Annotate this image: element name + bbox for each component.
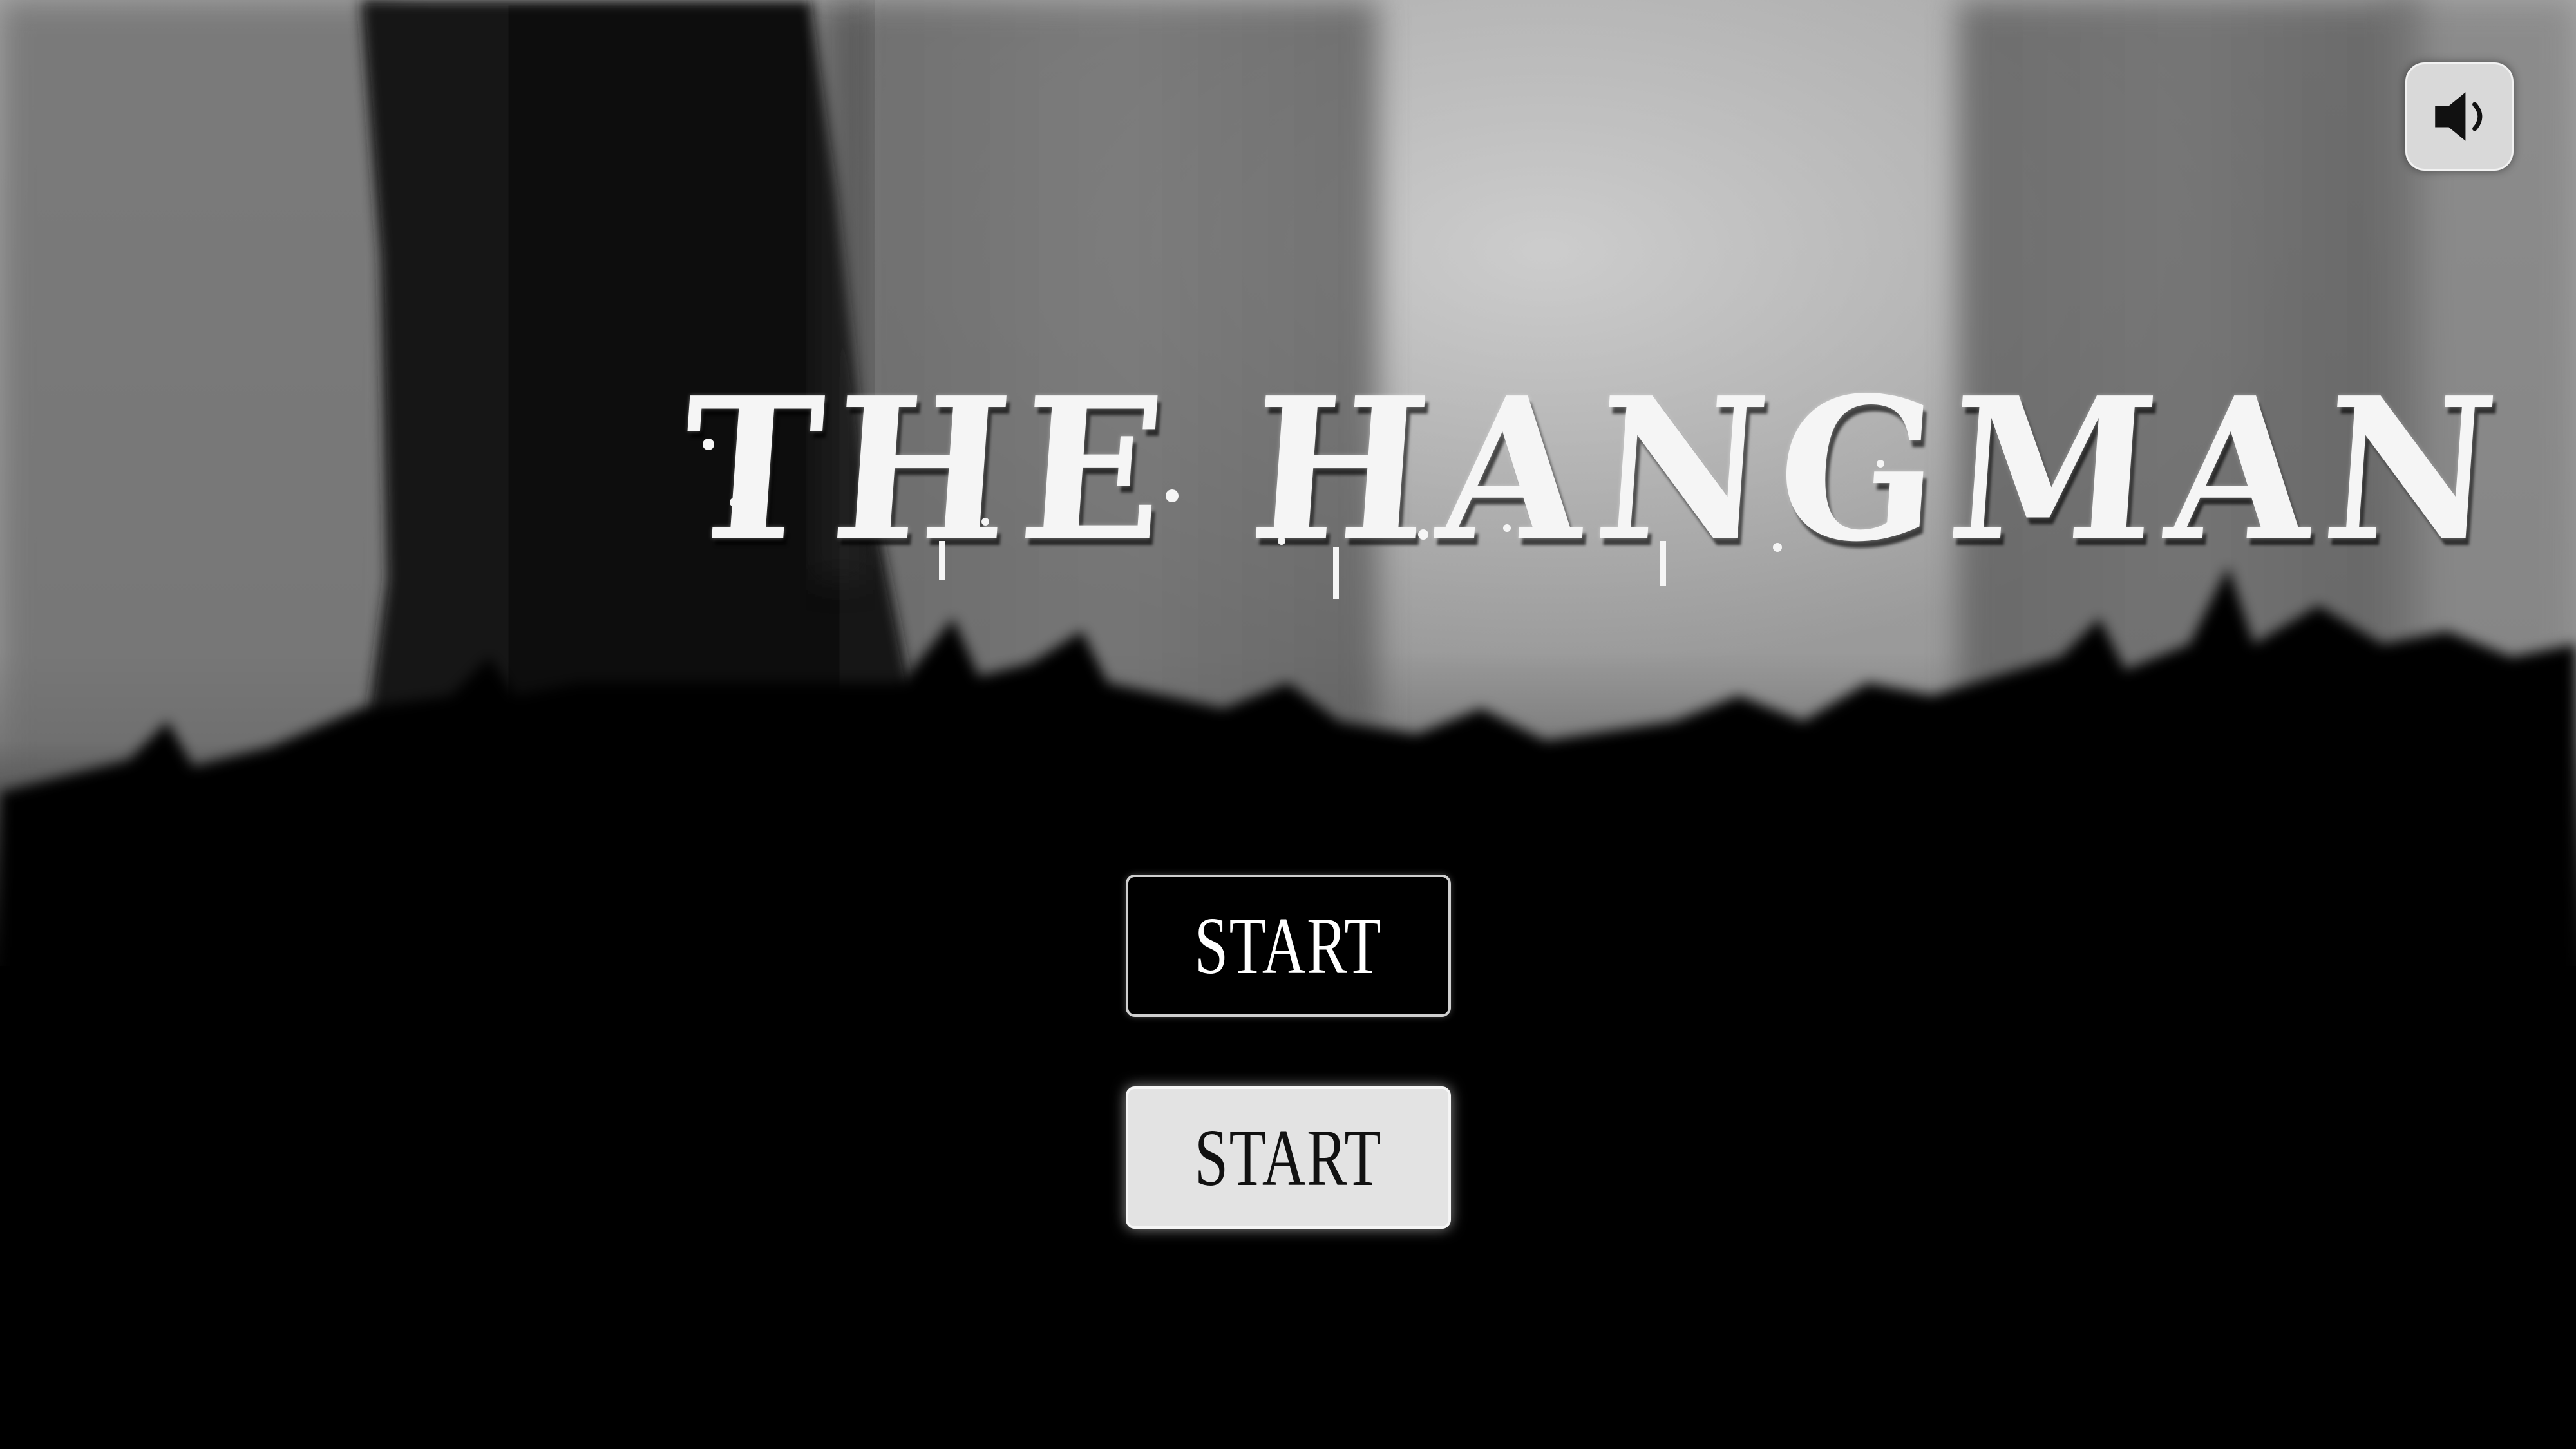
title-splatter-decoration xyxy=(703,439,1884,599)
sound-toggle-button[interactable] xyxy=(2405,62,2514,171)
forest-background xyxy=(0,0,2576,1449)
start-button-label: START xyxy=(1194,900,1383,990)
start-button[interactable]: START xyxy=(1126,875,1451,1017)
start-button-highlighted-label: START xyxy=(1194,1112,1383,1202)
speaker-icon xyxy=(2435,92,2483,141)
game-scene: THE HANGMAN START START xyxy=(0,0,2576,1449)
start-button-highlighted[interactable]: START xyxy=(1126,1086,1451,1229)
game-title: THE HANGMAN xyxy=(675,335,2515,605)
